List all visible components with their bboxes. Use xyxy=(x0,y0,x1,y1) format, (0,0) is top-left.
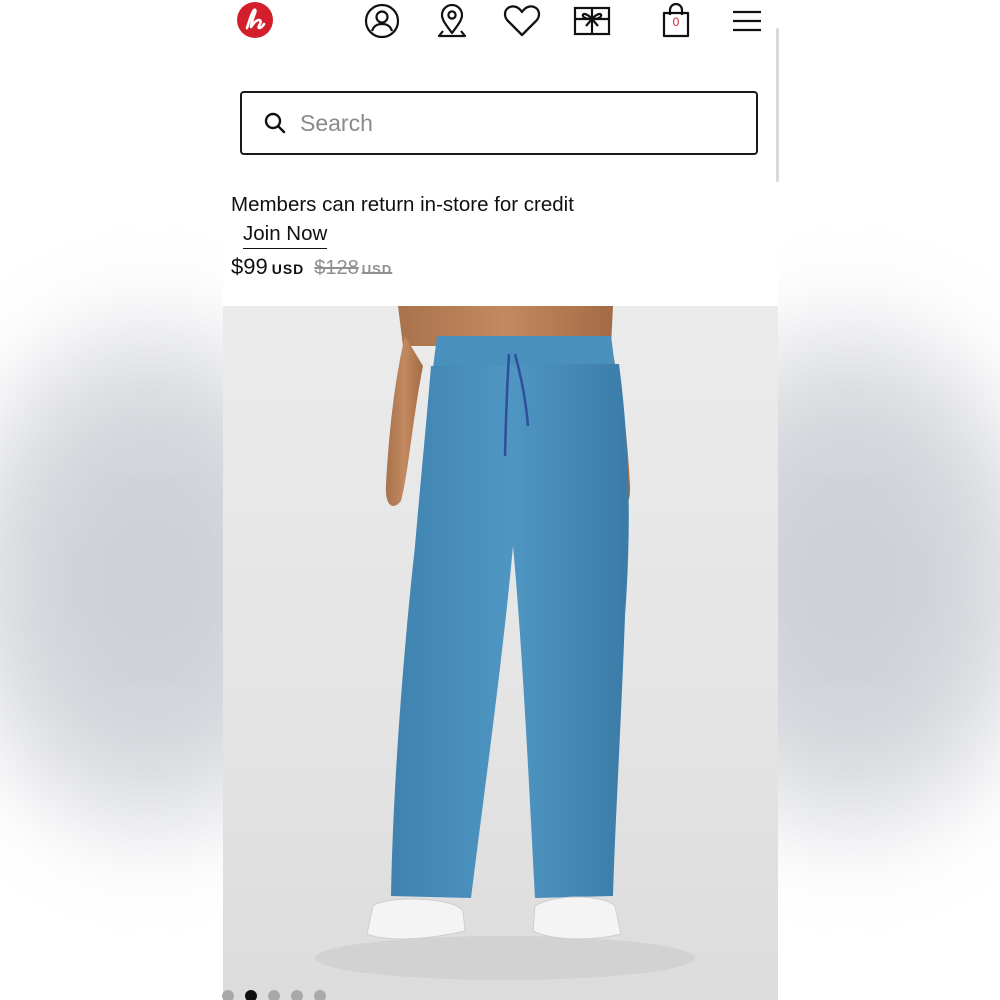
wishlist-heart-icon[interactable] xyxy=(503,2,541,40)
carousel-dot-1[interactable] xyxy=(222,990,234,1000)
promo-text: Members can return in-store for credit xyxy=(231,193,574,216)
carousel-dot-5[interactable] xyxy=(314,990,326,1000)
price-block: $99 USD $128 USD xyxy=(231,254,392,280)
current-price: $99 xyxy=(231,254,268,279)
carousel-dots xyxy=(222,990,326,1000)
join-now-link[interactable]: Join Now xyxy=(243,222,328,249)
search-bar[interactable] xyxy=(240,91,758,155)
lululemon-logo-icon[interactable] xyxy=(235,0,275,40)
original-currency: USD xyxy=(361,262,393,277)
product-photo-pants xyxy=(315,306,695,980)
store-locator-icon[interactable] xyxy=(433,2,471,40)
menu-icon[interactable] xyxy=(728,2,766,40)
original-price: $128 USD xyxy=(314,257,392,279)
site-header: 0 xyxy=(223,0,778,48)
screenshot-stage: 0 Members can return in-store for credit… xyxy=(0,0,1000,1000)
account-icon[interactable] xyxy=(363,2,401,40)
carousel-dot-4[interactable] xyxy=(291,990,303,1000)
shopping-bag-icon[interactable]: 0 xyxy=(657,2,695,40)
mobile-page: 0 Members can return in-store for credit… xyxy=(223,0,778,1000)
carousel-dot-2[interactable] xyxy=(245,990,257,1000)
gift-card-icon[interactable] xyxy=(573,2,611,40)
original-price-value: $128 xyxy=(314,257,359,279)
current-currency: USD xyxy=(271,261,305,277)
carousel-dot-3[interactable] xyxy=(268,990,280,1000)
product-image[interactable] xyxy=(223,306,778,1000)
search-input[interactable] xyxy=(300,109,700,137)
bag-count-badge: 0 xyxy=(672,15,680,29)
search-icon xyxy=(264,112,286,134)
scrollbar[interactable] xyxy=(776,28,779,182)
